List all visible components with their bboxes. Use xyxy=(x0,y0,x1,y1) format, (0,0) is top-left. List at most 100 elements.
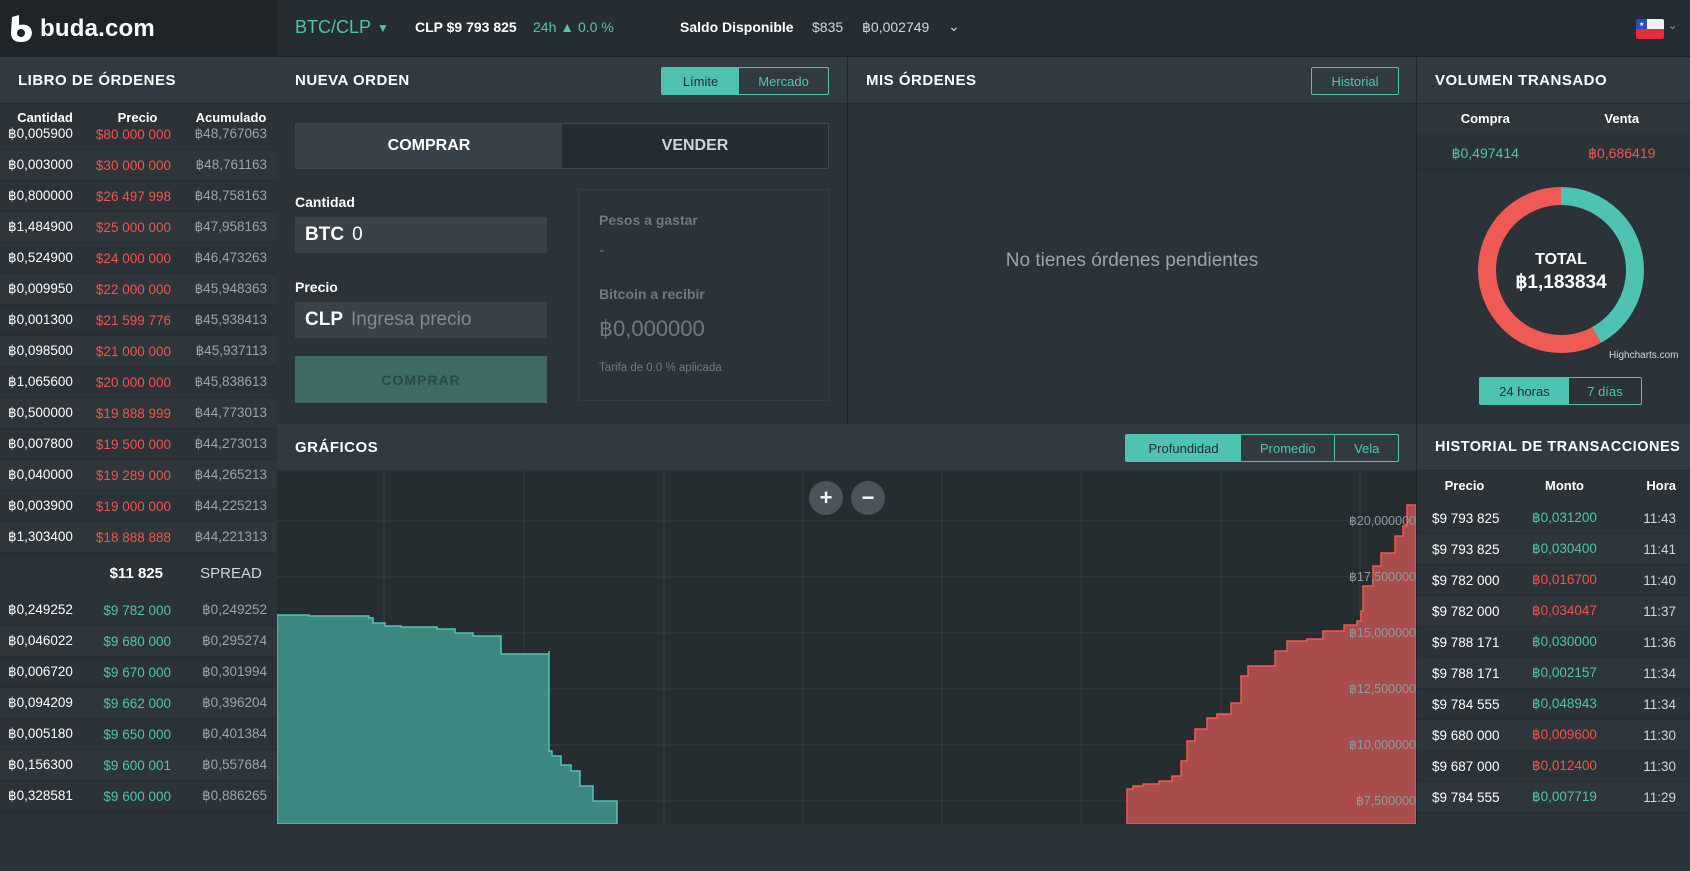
spread-label: SPREAD xyxy=(185,565,277,582)
zoom-in-button[interactable]: + xyxy=(809,481,843,515)
ask-row[interactable]: ฿1,303400$18 888 888฿44,221313 xyxy=(0,522,277,553)
ask-row[interactable]: ฿0,098500$21 000 000฿45,937113 xyxy=(0,336,277,367)
volume-sell-label: Venta xyxy=(1554,104,1690,134)
trade-row: $9 687 000฿0,01240011:30 xyxy=(1417,751,1690,782)
row-price: $9 782 000 xyxy=(90,603,185,618)
trade-row: $9 784 555฿0,00771911:29 xyxy=(1417,782,1690,813)
trade-time: 11:34 xyxy=(1617,697,1690,712)
price-input[interactable] xyxy=(351,309,531,331)
tab-candle[interactable]: Vela xyxy=(1335,435,1398,461)
row-accumulated: ฿0,401384 xyxy=(185,726,277,742)
ask-row[interactable]: ฿0,007800$19 500 000฿44,273013 xyxy=(0,429,277,460)
tab-average[interactable]: Promedio xyxy=(1241,435,1335,461)
bid-row[interactable]: ฿0,094209$9 662 000฿0,396204 xyxy=(0,688,277,719)
bid-row[interactable]: ฿0,249252$9 782 000฿0,249252 xyxy=(0,595,277,626)
spread-row: $11 825 SPREAD xyxy=(0,553,277,593)
balance-chevron-icon[interactable]: ⌄ xyxy=(948,18,960,35)
bid-row[interactable]: ฿0,046022$9 680 000฿0,295274 xyxy=(0,626,277,657)
trade-time: 11:30 xyxy=(1617,759,1690,774)
depth-chart-svg xyxy=(277,471,1416,824)
trade-price: $9 680 000 xyxy=(1417,728,1512,743)
row-price: $80 000 000 xyxy=(90,127,185,142)
trade-price: $9 784 555 xyxy=(1417,697,1512,712)
balance-clp: $835 xyxy=(812,19,843,35)
row-quantity: ฿0,009950 xyxy=(0,281,90,297)
zoom-out-button[interactable]: − xyxy=(851,481,885,515)
ask-row[interactable]: ฿1,065600$20 000 000฿45,838613 xyxy=(0,367,277,398)
ask-row[interactable]: ฿0,800000$26 497 998฿48,758163 xyxy=(0,181,277,212)
last-price: CLP $9 793 825 xyxy=(415,19,517,35)
row-accumulated: ฿45,948363 xyxy=(185,281,277,297)
top-bar: buda.com BTC/CLP ▼ CLP $9 793 825 24h ▲ … xyxy=(0,0,1690,57)
row-price: $19 500 000 xyxy=(90,437,185,452)
tab-sell[interactable]: VENDER xyxy=(562,124,828,168)
trade-row: $9 793 825฿0,03040011:41 xyxy=(1417,534,1690,565)
ask-row[interactable]: ฿0,003000$30 000 000฿48,761163 xyxy=(0,150,277,181)
ask-row[interactable]: ฿0,001300$21 599 776฿45,938413 xyxy=(0,305,277,336)
y-axis-label: ฿7,500000 xyxy=(1316,793,1416,808)
quantity-field: BTC xyxy=(295,217,547,253)
buda-logo-icon xyxy=(9,15,34,43)
row-quantity: ฿0,800000 xyxy=(0,188,90,204)
bid-row[interactable]: ฿0,005180$9 650 000฿0,401384 xyxy=(0,719,277,750)
market-selector[interactable]: BTC/CLP ▼ xyxy=(295,17,389,38)
donut-total-label: TOTAL xyxy=(1535,251,1587,268)
highcharts-credit[interactable]: Highcharts.com xyxy=(1609,350,1678,361)
row-accumulated: ฿0,557684 xyxy=(185,757,277,773)
ask-row[interactable]: ฿0,009950$22 000 000฿45,948363 xyxy=(0,274,277,305)
row-accumulated: ฿44,265213 xyxy=(185,467,277,483)
period-7d[interactable]: 7 días xyxy=(1569,378,1641,404)
trade-amount: ฿0,034047 xyxy=(1512,603,1617,619)
trade-history-title: HISTORIAL DE TRANSACCIONES xyxy=(1417,424,1690,471)
trade-time: 11:43 xyxy=(1617,511,1690,526)
row-quantity: ฿0,040000 xyxy=(0,467,90,483)
trade-time: 11:30 xyxy=(1617,728,1690,743)
bid-row[interactable]: ฿0,006720$9 670 000฿0,301994 xyxy=(0,657,277,688)
logo[interactable]: buda.com xyxy=(0,0,277,57)
row-price: $25 000 000 xyxy=(90,220,185,235)
volume-sell-value: ฿0,686419 xyxy=(1554,136,1690,169)
row-price: $30 000 000 xyxy=(90,158,185,173)
submit-buy-button[interactable]: COMPRAR xyxy=(295,356,547,403)
ask-row[interactable]: ฿0,005900$80 000 000฿48,767063 xyxy=(0,126,277,150)
row-price: $18 888 888 xyxy=(90,530,185,545)
trade-amount: ฿0,012400 xyxy=(1512,758,1617,774)
y-axis-label: ฿17,500000 xyxy=(1316,569,1416,584)
trade-amount: ฿0,009600 xyxy=(1512,727,1617,743)
bid-row[interactable]: ฿0,156300$9 600 001฿0,557684 xyxy=(0,750,277,781)
row-price: $19 888 999 xyxy=(90,406,185,421)
trade-price: $9 687 000 xyxy=(1417,759,1512,774)
ask-row[interactable]: ฿0,040000$19 289 000฿44,265213 xyxy=(0,460,277,491)
my-orders-panel xyxy=(848,57,1416,424)
ask-row[interactable]: ฿0,524900$24 000 000฿46,473263 xyxy=(0,243,277,274)
trade-amount: ฿0,048943 xyxy=(1512,696,1617,712)
order-type-market[interactable]: Mercado xyxy=(739,68,828,94)
row-accumulated: ฿48,761163 xyxy=(185,157,277,173)
quantity-input[interactable] xyxy=(352,224,532,246)
ask-row[interactable]: ฿0,003900$19 000 000฿44,225213 xyxy=(0,491,277,522)
tab-buy[interactable]: COMPRAR xyxy=(296,124,562,168)
row-accumulated: ฿48,767063 xyxy=(185,126,277,142)
row-quantity: ฿0,156300 xyxy=(0,757,90,773)
trade-time: 11:34 xyxy=(1617,666,1690,681)
trade-price: $9 793 825 xyxy=(1417,542,1512,557)
chile-flag-icon[interactable]: ★ xyxy=(1636,19,1664,39)
trade-amount: ฿0,007719 xyxy=(1512,789,1617,805)
donut-total-value: ฿1,183834 xyxy=(1515,272,1607,293)
order-type-limit[interactable]: Límite xyxy=(662,68,739,94)
row-accumulated: ฿44,273013 xyxy=(185,436,277,452)
row-quantity: ฿1,065600 xyxy=(0,374,90,390)
ask-row[interactable]: ฿0,500000$19 888 999฿44,773013 xyxy=(0,398,277,429)
depth-chart[interactable]: + − ฿20,000000 ฿17,500000 ฿15,000000 ฿12… xyxy=(277,471,1416,824)
ask-row[interactable]: ฿1,484900$25 000 000฿47,958163 xyxy=(0,212,277,243)
tab-depth[interactable]: Profundidad xyxy=(1126,435,1241,461)
period-24h[interactable]: 24 horas xyxy=(1480,378,1569,404)
language-chevron-icon[interactable]: ⌄ xyxy=(1668,19,1677,32)
row-accumulated: ฿0,295274 xyxy=(185,633,277,649)
row-accumulated: ฿44,221313 xyxy=(185,529,277,545)
trade-amount: ฿0,030000 xyxy=(1512,634,1617,650)
history-button[interactable]: Historial xyxy=(1311,67,1399,95)
row-accumulated: ฿0,886265 xyxy=(185,788,277,804)
bid-row[interactable]: ฿0,328581$9 600 000฿0,886265 xyxy=(0,781,277,812)
row-quantity: ฿1,484900 xyxy=(0,219,90,235)
